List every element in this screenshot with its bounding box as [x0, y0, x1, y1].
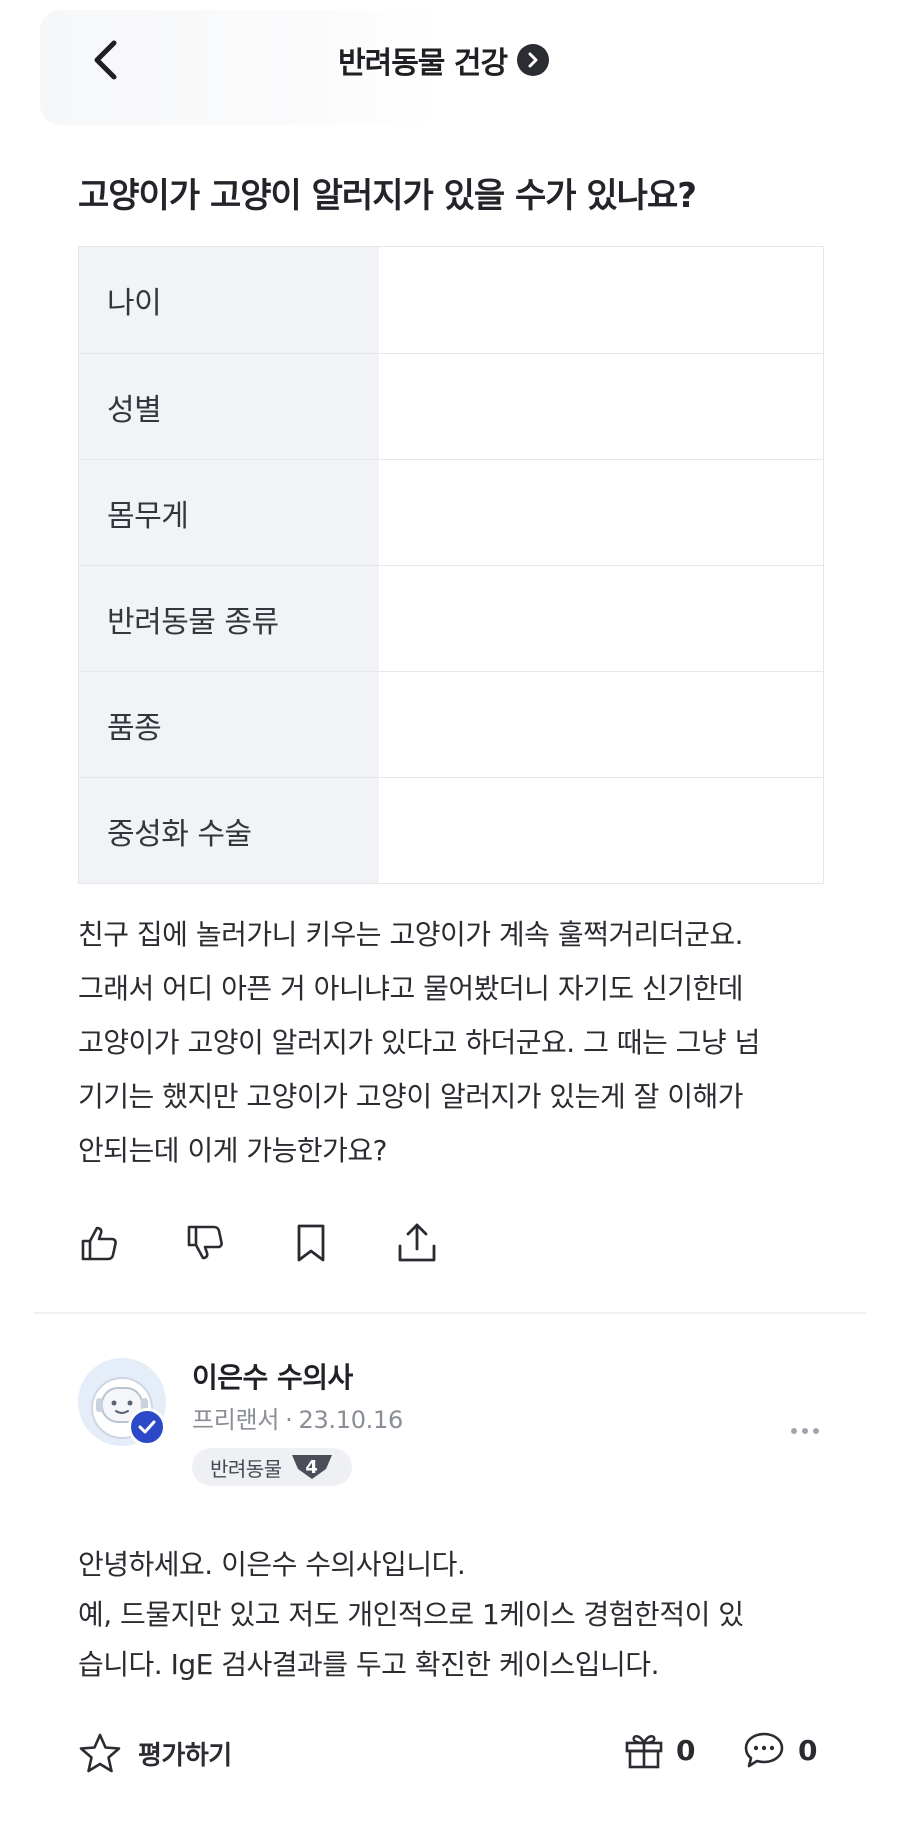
info-value	[379, 566, 823, 671]
body-line: 친구 집에 놀러가니 키우는 고양이가 계속 훌쩍거리더군요.	[78, 918, 744, 951]
question-actions	[78, 1222, 438, 1264]
answer-line: 안녕하세요. 이은수 수의사입니다.	[78, 1548, 466, 1581]
info-label: 중성화 수술	[79, 778, 379, 883]
comment-bubble-icon	[744, 1732, 784, 1768]
dislike-button[interactable]	[184, 1222, 226, 1264]
verified-badge-icon	[128, 1408, 166, 1446]
section-divider	[34, 1312, 866, 1314]
chevron-left-icon	[94, 40, 117, 80]
comment-count: 0	[798, 1733, 818, 1767]
thumbs-down-icon	[187, 1225, 223, 1260]
answer-footer: 평가하기 0 0	[0, 1720, 900, 1790]
body-line: 고양이가 고양이 알러지가 있다고 하더군요. 그 때는 그냥 넘	[78, 1026, 760, 1059]
question-title: 고양이가 고양이 알러지가 있을 수가 있나요?	[78, 176, 697, 216]
info-row-species: 반려동물 종류	[79, 565, 823, 671]
share-button[interactable]	[396, 1222, 438, 1264]
gift-button[interactable]: 0	[624, 1730, 695, 1770]
top-bar: 반려동물 건강	[0, 0, 900, 130]
star-icon	[79, 1733, 121, 1773]
like-button[interactable]	[78, 1222, 120, 1264]
thumbs-up-icon	[81, 1226, 117, 1261]
answer-author-name[interactable]: 이은수 수의사	[192, 1356, 353, 1396]
answer-date: 23.10.16	[298, 1406, 403, 1434]
badge-label: 반려동물	[210, 1456, 282, 1481]
more-dots-icon	[791, 1428, 819, 1434]
bookmark-button[interactable]	[290, 1222, 332, 1264]
expertise-badge: 반려동물 4	[192, 1448, 352, 1486]
info-row-neutered: 중성화 수술	[79, 777, 823, 883]
category-title: 반려동물 건강	[338, 46, 508, 81]
info-value	[379, 247, 823, 353]
question-body: 친구 집에 놀러가니 키우는 고양이가 계속 훌쩍거리더군요. 그래서 어디 아…	[78, 908, 838, 1178]
info-label: 몸무게	[79, 460, 379, 565]
info-row-age: 나이	[79, 247, 823, 353]
meta-separator: ·	[285, 1406, 293, 1434]
info-value	[379, 778, 823, 883]
info-row-weight: 몸무게	[79, 459, 823, 565]
level-badge: 4	[290, 1453, 334, 1481]
badge-level: 4	[305, 1456, 318, 1478]
comment-button[interactable]: 0	[742, 1730, 817, 1770]
info-label: 품종	[79, 672, 379, 777]
more-options-button[interactable]	[790, 1410, 820, 1443]
author-role: 프리랜서	[192, 1406, 280, 1434]
info-row-sex: 성별	[79, 353, 823, 459]
answer-meta: 프리랜서 · 23.10.16	[192, 1400, 403, 1435]
info-label: 나이	[79, 247, 379, 353]
body-line: 안되는데 이게 가능한가요?	[78, 1134, 388, 1167]
info-value	[379, 354, 823, 459]
rate-label: 평가하기	[138, 1740, 232, 1771]
back-button[interactable]	[80, 34, 130, 86]
gift-icon	[625, 1735, 663, 1769]
info-value	[379, 460, 823, 565]
answer-body: 안녕하세요. 이은수 수의사입니다. 예, 드물지만 있고 저도 개인적으로 1…	[78, 1540, 838, 1690]
pet-info-table: 나이 성별 몸무게 반려동물 종류 품종 중성화 수술	[78, 246, 824, 884]
body-line: 그래서 어디 아픈 거 아니냐고 물어봤더니 자기도 신기한데	[78, 972, 744, 1005]
rate-button[interactable]: 평가하기	[78, 1732, 232, 1774]
chevron-right-icon	[517, 44, 550, 76]
answer-line: 예, 드물지만 있고 저도 개인적으로 1케이스 경험한적이 있	[78, 1598, 744, 1631]
share-icon	[398, 1223, 436, 1262]
info-label: 성별	[79, 354, 379, 459]
info-value	[379, 672, 823, 777]
category-link[interactable]: 반려동물 건강	[338, 38, 550, 82]
gift-count: 0	[676, 1733, 696, 1767]
info-row-breed: 품종	[79, 671, 823, 777]
bookmark-icon	[297, 1224, 325, 1262]
body-line: 기기는 했지만 고양이가 고양이 알러지가 있는게 잘 이해가	[78, 1080, 744, 1113]
info-label: 반려동물 종류	[79, 566, 379, 671]
answer-line: 습니다. IgE 검사결과를 두고 확진한 케이스입니다.	[78, 1648, 659, 1681]
